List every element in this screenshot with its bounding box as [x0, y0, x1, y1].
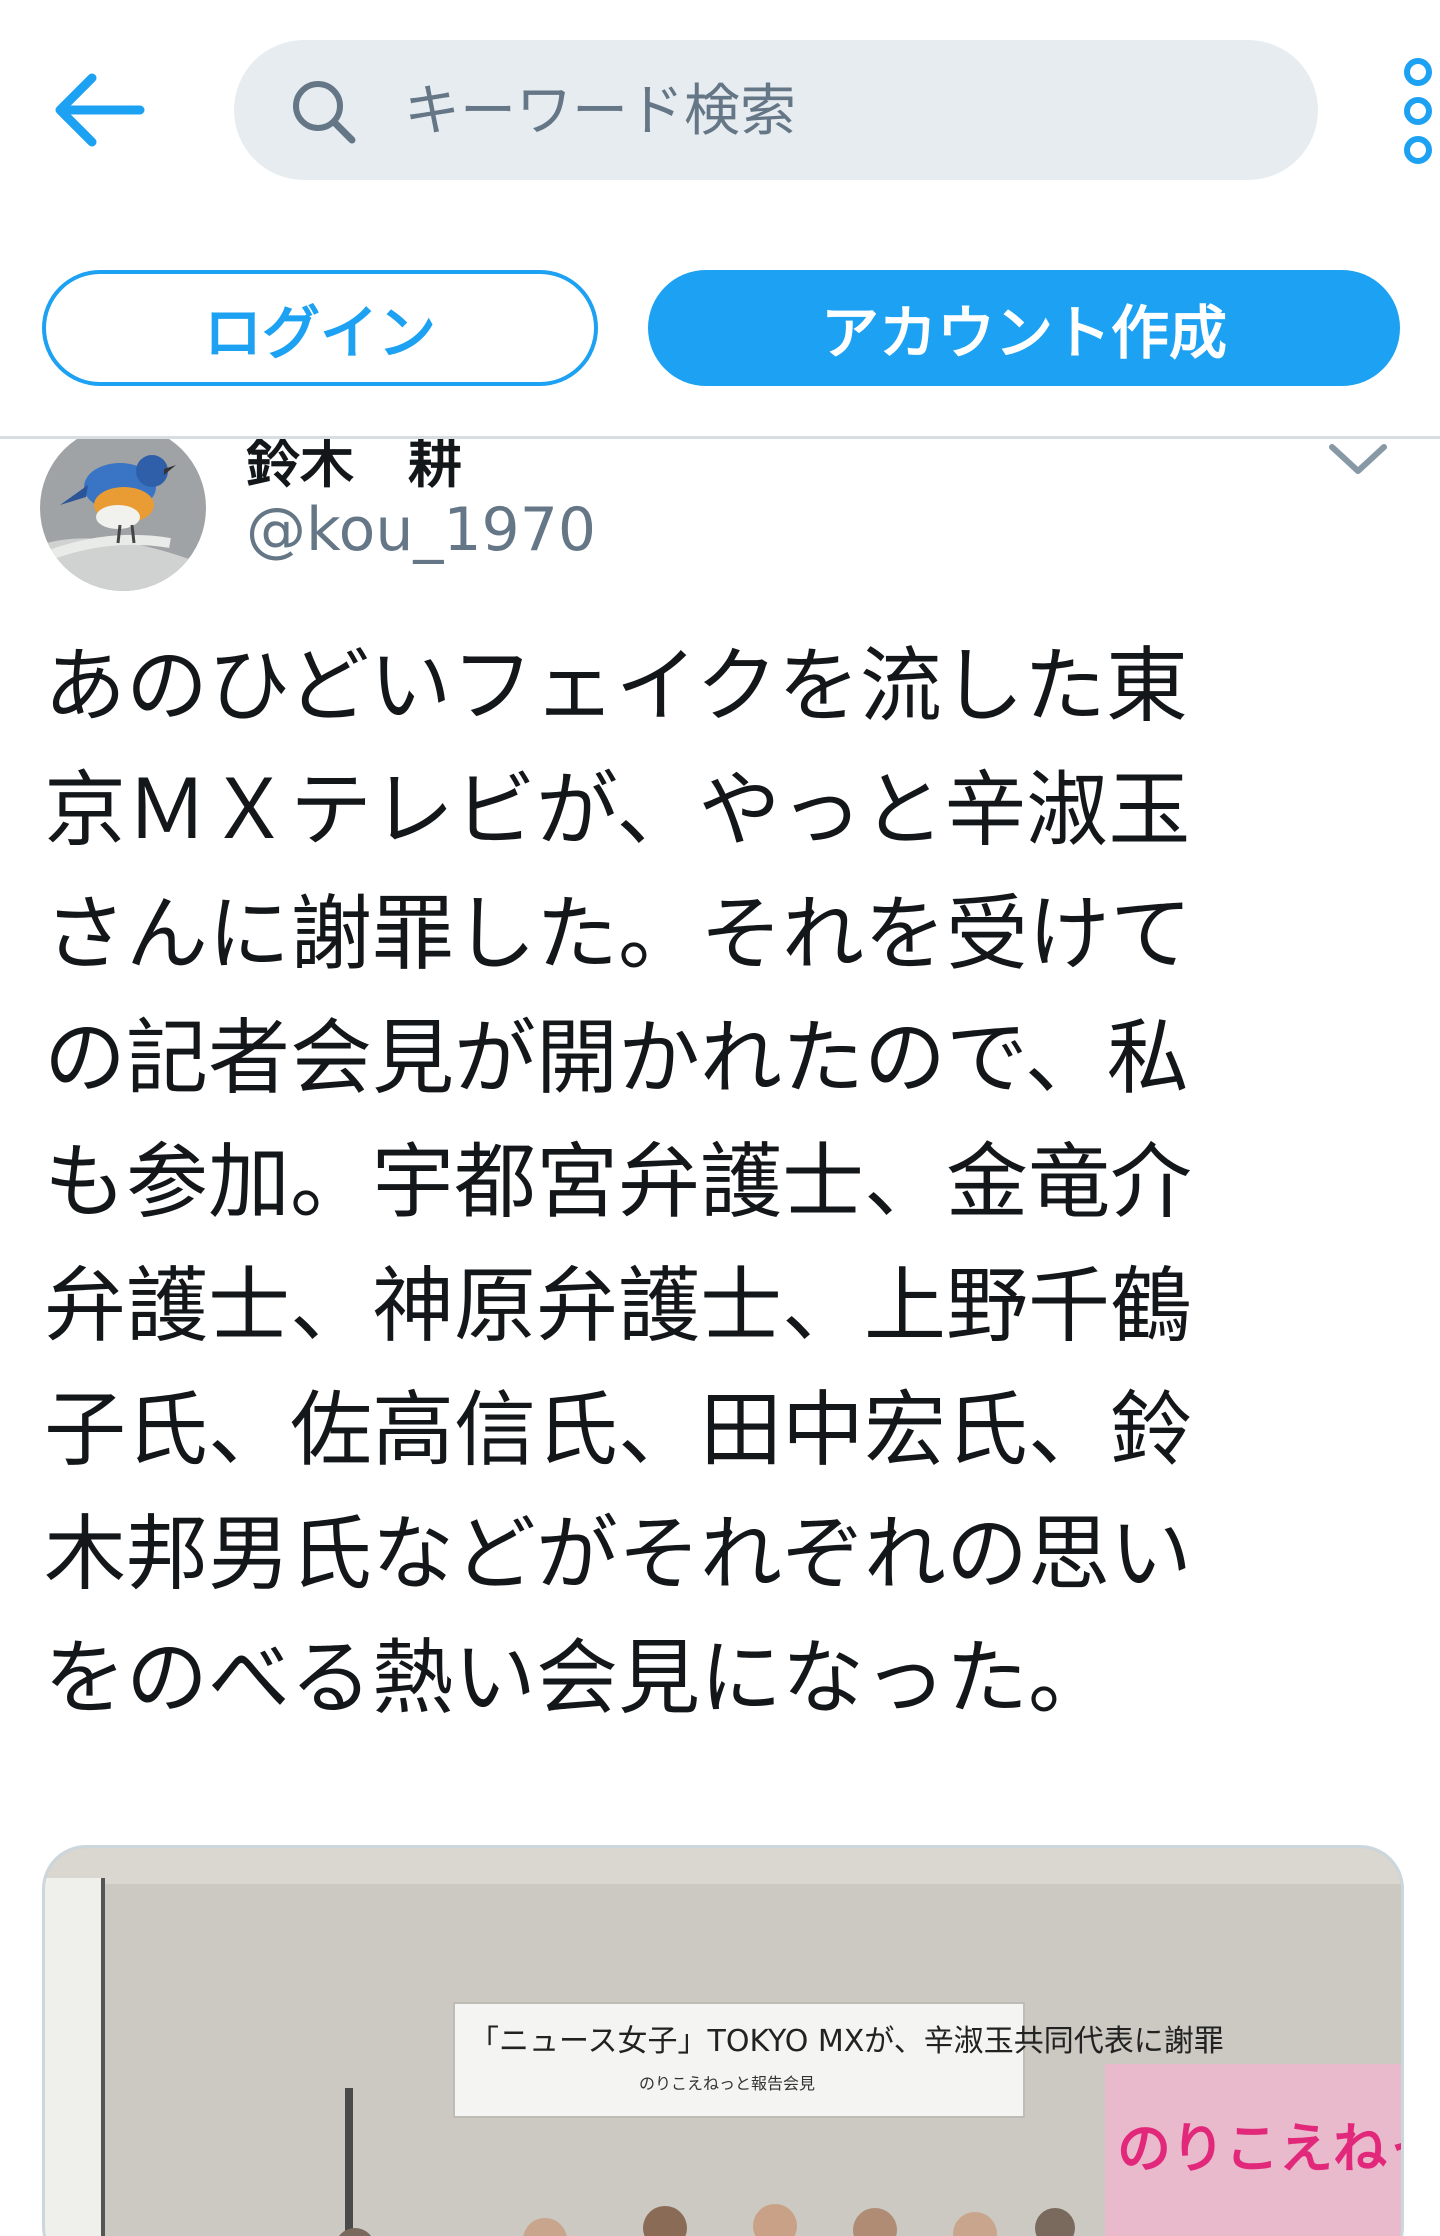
auth-buttons: ログイン アカウント作成 — [0, 262, 1440, 392]
tweet-text-line: 弁護士、神原弁護士、上野千鶴 — [44, 1259, 1193, 1354]
tweet-text-line: さんに謝罪した。それを受けて — [44, 887, 1193, 982]
search-bar[interactable] — [234, 40, 1318, 180]
sign-text: のりこえねっと — [1117, 2117, 1401, 2180]
tweet-text-line: 京ＭＸテレビが、やっと辛淑玉 — [44, 763, 1191, 858]
chevron-down-icon[interactable] — [1326, 439, 1390, 479]
tweet: 鈴木 耕 @kou_1970 あのひどいフェイクを流した東 京ＭＸテレビが、やっ… — [0, 439, 1440, 2236]
banner-subtitle: のりこえねっと報告会見 — [639, 2074, 816, 2093]
tweet-text: あのひどいフェイクを流した東 京ＭＸテレビが、やっと辛淑玉 さんに謝罪した。それ… — [44, 625, 1404, 1741]
display-name[interactable]: 鈴木 耕 — [246, 439, 462, 498]
user-handle[interactable]: @kou_1970 — [246, 495, 596, 565]
back-arrow-icon[interactable] — [52, 72, 148, 148]
search-input[interactable] — [402, 60, 1286, 162]
search-icon — [288, 76, 358, 146]
banner-title: 「ニュース女子」TOKYO MXが、辛淑玉共同代表に謝罪 — [469, 2024, 1224, 2059]
tweet-photo[interactable]: 「ニュース女子」TOKYO MXが、辛淑玉共同代表に謝罪 のりこえねっと報告会見… — [42, 1845, 1404, 2236]
tweet-text-line: 木邦男氏などがそれぞれの思い — [44, 1507, 1193, 1602]
tweet-text-line: 子氏、佐高信氏、田中宏氏、鈴 — [44, 1383, 1193, 1478]
tweet-text-line: あのひどいフェイクを流した東 — [44, 639, 1188, 734]
avatar[interactable] — [40, 439, 206, 591]
create-account-button[interactable]: アカウント作成 — [648, 270, 1400, 386]
top-bar — [0, 0, 1440, 200]
login-button[interactable]: ログイン — [42, 270, 598, 386]
tweet-text-line: をのべる熱い会見になった。 — [44, 1631, 1111, 1726]
pink-sign: のりこえねっと — [1105, 2064, 1401, 2236]
more-options-icon[interactable] — [1396, 56, 1440, 166]
photo-banner: 「ニュース女子」TOKYO MXが、辛淑玉共同代表に謝罪 のりこえねっと報告会見 — [453, 2002, 1224, 2118]
tweet-text-line: の記者会見が開かれたので、私 — [44, 1011, 1189, 1106]
tweet-text-line: も参加。宇都宮弁護士、金竜介 — [44, 1135, 1193, 1230]
